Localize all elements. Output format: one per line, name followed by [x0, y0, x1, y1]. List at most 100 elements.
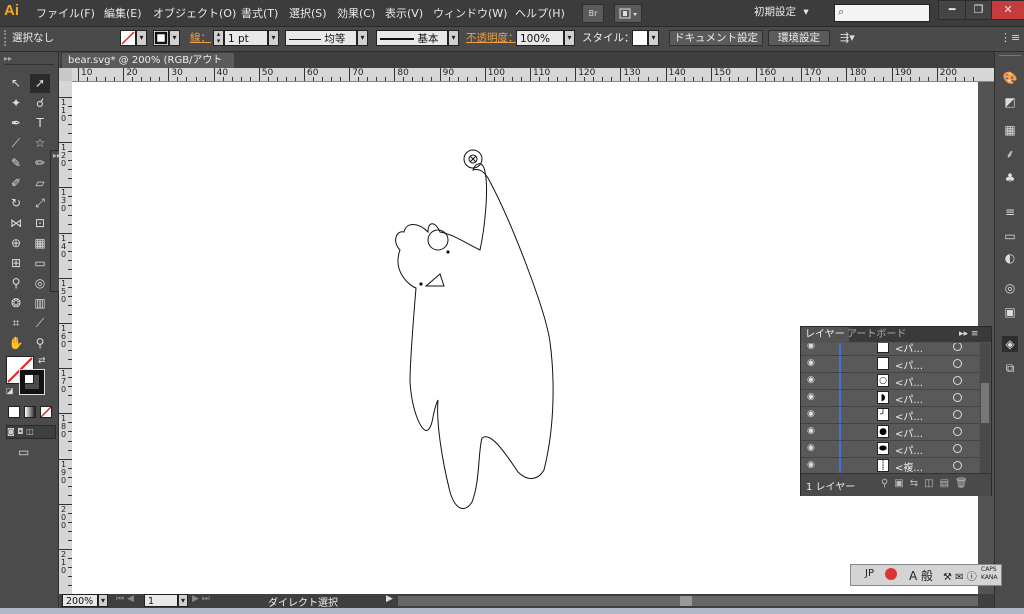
workspace-switcher[interactable]: 初期設定 ▾ [754, 4, 828, 21]
artboards-panel-icon[interactable]: ⧉ [1002, 360, 1018, 376]
tab-layers[interactable]: レイヤー [801, 327, 849, 342]
menu-window[interactable]: ウィンドウ(W) [433, 5, 507, 21]
vertical-ruler[interactable]: 110 120 130 140 150 160 170 180 190 200 210 [59, 81, 73, 594]
mesh-tool-icon[interactable]: ⊞ [6, 254, 26, 273]
selection-tool-icon[interactable]: ↖ [6, 74, 26, 93]
brush-definition[interactable]: 基本 [376, 30, 448, 46]
layer-name[interactable]: <パ... [895, 343, 923, 355]
layer-name[interactable]: <複... [895, 459, 923, 473]
close-button[interactable]: ✕ [991, 0, 1024, 20]
artboard-nav-prev-icon[interactable]: ⏮ ◀ [116, 594, 134, 604]
target-circle-icon[interactable] [953, 410, 962, 419]
panel-menu-icon[interactable]: ⋮≡ [1000, 30, 1020, 46]
preferences-button[interactable]: 環境設定 [768, 30, 830, 46]
opacity-label[interactable]: 不透明度： [466, 30, 519, 46]
visibility-eye-icon[interactable]: ◉ [807, 409, 815, 419]
type-tool-icon[interactable]: T [30, 114, 50, 133]
menu-select[interactable]: 選択(S) [289, 5, 327, 21]
pencil-tool-icon[interactable]: ✏ [30, 154, 50, 173]
artboard-tool-icon[interactable]: ⌗ [6, 314, 26, 333]
target-circle-icon[interactable] [953, 376, 962, 385]
zoom-dropdown[interactable]: ▾ [98, 594, 108, 607]
visibility-eye-icon[interactable]: ◉ [807, 358, 815, 368]
perspective-grid-tool-icon[interactable]: ▦ [30, 234, 50, 253]
arrange-documents-button[interactable] [614, 4, 642, 23]
color-guide-icon[interactable]: ◩ [1002, 94, 1018, 110]
ime-mode[interactable]: A 般 [909, 567, 933, 584]
shape-builder-tool-icon[interactable]: ⊕ [6, 234, 26, 253]
stroke-swatch[interactable] [153, 30, 169, 46]
gradient-mode-icon[interactable] [24, 406, 36, 418]
line-tool-icon[interactable]: ⟋ [6, 134, 26, 153]
fill-swatch[interactable] [120, 30, 136, 46]
restore-button[interactable]: ❐ [965, 0, 992, 20]
transparency-panel-icon[interactable]: ◐ [1002, 250, 1018, 266]
layer-row[interactable]: ◉ ○ <パ... [801, 373, 979, 390]
default-colors-icon[interactable]: ◪ [6, 386, 14, 395]
eyedropper-tool-icon[interactable]: ⚲ [6, 274, 26, 293]
graphic-styles-icon[interactable]: ▣ [1002, 304, 1018, 320]
document-tab[interactable]: bear.svg* @ 200% (RGB/アウトライン) × [62, 53, 234, 81]
help-search-input[interactable]: ⌕ [834, 4, 930, 22]
horizontal-ruler[interactable]: 10 20 30 40 50 60 70 80 90 100 110 120 130 140 150 160 1… [72, 68, 994, 82]
panel-menu-icon[interactable]: ▸▸ ≡ [959, 327, 978, 342]
screen-mode-icon[interactable]: ▭ [18, 445, 29, 459]
swap-colors-icon[interactable]: ⇄ [38, 356, 46, 366]
magic-wand-tool-icon[interactable]: ✦ [6, 94, 26, 113]
menu-object[interactable]: オブジェクト(O) [153, 5, 236, 21]
fill-dropdown[interactable]: ▾ [136, 30, 147, 46]
layer-row[interactable]: ◉ ⬬ <パ... [801, 441, 979, 458]
artboard-dropdown[interactable]: ▾ [178, 594, 188, 607]
visibility-eye-icon[interactable]: ◉ [807, 392, 815, 402]
scrollbar-thumb[interactable] [981, 383, 989, 423]
layer-name[interactable]: <パ... [895, 357, 923, 372]
drawing-modes-icon[interactable]: ◙ ◘ ◫ [6, 425, 56, 439]
minimize-button[interactable]: ━ [938, 0, 966, 20]
align-options-icon[interactable]: ⇶▾ [840, 30, 862, 46]
scrollbar-thumb[interactable] [680, 596, 692, 606]
horizontal-scrollbar[interactable] [398, 596, 978, 606]
bridge-button[interactable]: Br [582, 4, 604, 23]
graph-tool-icon[interactable]: ▥ [30, 294, 50, 313]
artboard-nav-next-icon[interactable]: ▶ ⏭ [192, 594, 210, 604]
target-circle-icon[interactable] [953, 359, 962, 368]
target-circle-icon[interactable] [953, 461, 962, 470]
dock-grip[interactable] [999, 55, 1021, 64]
swatches-panel-icon[interactable]: ▦ [1002, 122, 1018, 138]
menu-view[interactable]: 表示(V) [385, 5, 423, 21]
blend-tool-icon[interactable]: ◎ [30, 274, 50, 293]
target-circle-icon[interactable] [953, 343, 962, 351]
zoom-field[interactable]: 200% [62, 594, 98, 607]
brush-dropdown[interactable]: ▾ [448, 30, 459, 46]
profile-dropdown[interactable]: ▾ [357, 30, 368, 46]
stroke-dropdown[interactable]: ▾ [169, 30, 180, 46]
symbols-panel-icon[interactable]: ♣ [1002, 170, 1018, 186]
scale-tool-icon[interactable]: ⤢ [30, 194, 50, 213]
gradient-tool-icon[interactable]: ▭ [30, 254, 50, 273]
opacity-dropdown[interactable]: ▾ [564, 30, 575, 46]
zoom-tool-icon[interactable]: ⚲ [30, 334, 50, 353]
star-tool-icon[interactable]: ☆ [30, 134, 50, 153]
pen-tool-icon[interactable]: ✒ [6, 114, 26, 133]
stroke-color-box[interactable] [19, 369, 45, 395]
layer-row[interactable]: ◉ ╯ <パ... [801, 407, 979, 424]
status-menu-arrow-icon[interactable]: ▶ [386, 594, 393, 604]
menu-file[interactable]: ファイル(F) [36, 5, 95, 21]
ime-lang[interactable]: JP [865, 568, 874, 579]
stroke-weight-stepper[interactable]: ▴ ▾ [213, 30, 224, 46]
stroke-weight-field[interactable]: 1 pt [224, 30, 268, 46]
paintbrush-tool-icon[interactable]: ✎ [6, 154, 26, 173]
opacity-field[interactable]: 100% [516, 30, 564, 46]
stroke-panel-icon[interactable]: ≡ [1002, 204, 1018, 220]
visibility-eye-icon[interactable]: ◉ [807, 343, 815, 351]
layer-name[interactable]: <パ... [895, 425, 923, 440]
graphic-style-swatch[interactable] [632, 30, 648, 46]
blob-brush-tool-icon[interactable]: ✐ [6, 174, 26, 193]
lasso-tool-icon[interactable]: ☌ [30, 94, 50, 113]
layers-panel-icon[interactable]: ◈ [1002, 336, 1018, 352]
document-setup-button[interactable]: ドキュメント設定 [669, 30, 763, 46]
variable-width-profile[interactable]: 均等 [285, 30, 357, 46]
layer-name[interactable]: <パ... [895, 408, 923, 423]
hand-tool-icon[interactable]: ✋ [6, 334, 26, 353]
menu-edit[interactable]: 編集(E) [104, 5, 142, 21]
